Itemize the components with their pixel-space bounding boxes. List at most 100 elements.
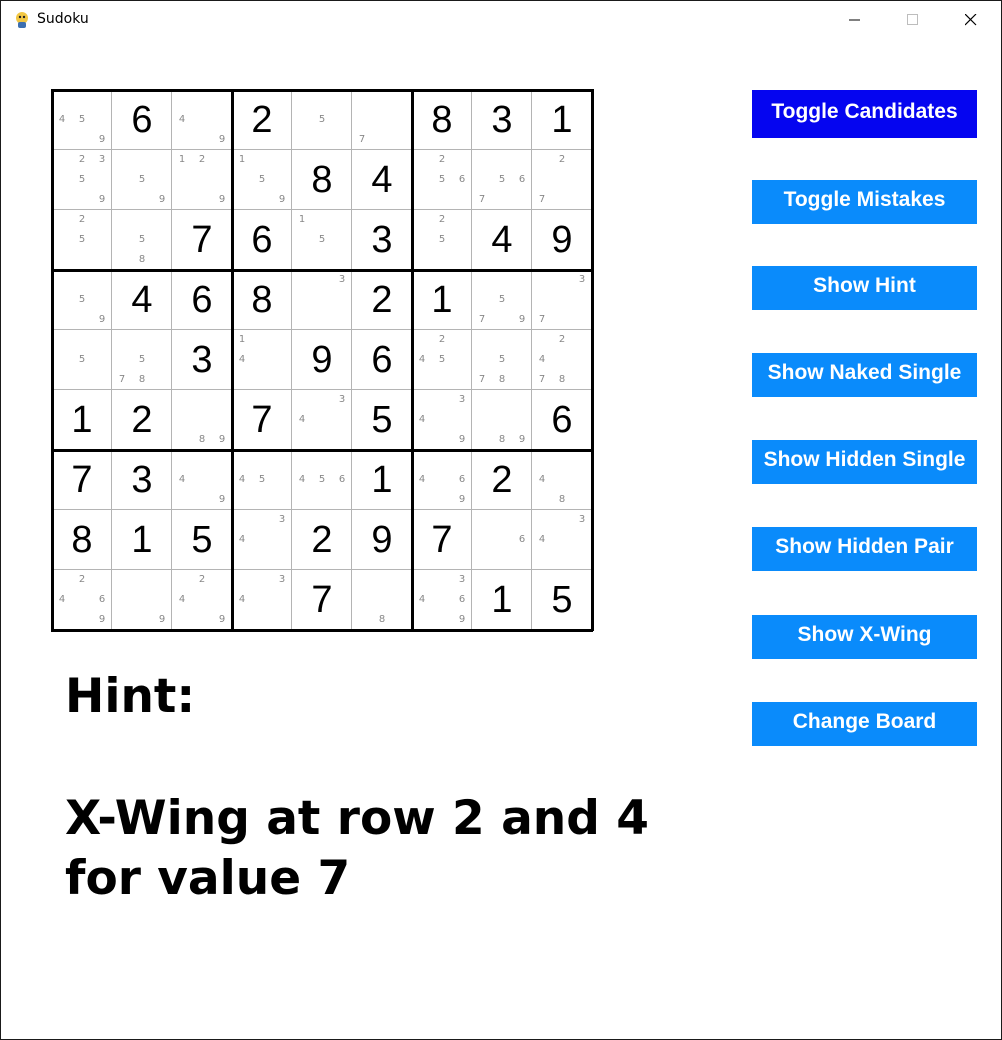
cell-r9-c1[interactable]: 2 4 6 9 bbox=[52, 570, 112, 630]
cell-r1-c7[interactable]: 8 bbox=[412, 90, 472, 150]
cell-r8-c8[interactable]: 6 bbox=[472, 510, 532, 570]
cell-r9-c7[interactable]: 3 4 6 9 bbox=[412, 570, 472, 630]
cell-r3-c9[interactable]: 9 bbox=[532, 210, 592, 270]
cell-r1-c5[interactable]: 5 bbox=[292, 90, 352, 150]
cell-r3-c2[interactable]: 58 bbox=[112, 210, 172, 270]
cell-r2-c4[interactable]: 1 5 9 bbox=[232, 150, 292, 210]
cell-r4-c1[interactable]: 59 bbox=[52, 270, 112, 330]
cell-r3-c6[interactable]: 3 bbox=[352, 210, 412, 270]
cell-r2-c8[interactable]: 5 6 7 bbox=[472, 150, 532, 210]
cell-r8-c1[interactable]: 8 bbox=[52, 510, 112, 570]
cell-r5-c1[interactable]: 5 bbox=[52, 330, 112, 390]
cell-r7-c3[interactable]: 49 bbox=[172, 450, 232, 510]
cell-r1-c2[interactable]: 6 bbox=[112, 90, 172, 150]
cell-r4-c5[interactable]: 3 bbox=[292, 270, 352, 330]
cell-r5-c4[interactable]: 14 bbox=[232, 330, 292, 390]
cell-r8-c2[interactable]: 1 bbox=[112, 510, 172, 570]
cell-r9-c8[interactable]: 1 bbox=[472, 570, 532, 630]
cell-r6-c2[interactable]: 2 bbox=[112, 390, 172, 450]
cell-r9-c5[interactable]: 7 bbox=[292, 570, 352, 630]
cell-r8-c5[interactable]: 2 bbox=[292, 510, 352, 570]
cell-r4-c2[interactable]: 4 bbox=[112, 270, 172, 330]
cell-r8-c6[interactable]: 9 bbox=[352, 510, 412, 570]
candidate: 8 bbox=[498, 374, 506, 385]
show-x-wing-button[interactable]: Show X-Wing bbox=[752, 615, 977, 659]
cell-r3-c5[interactable]: 15 bbox=[292, 210, 352, 270]
cell-r3-c7[interactable]: 25 bbox=[412, 210, 472, 270]
change-board-button[interactable]: Change Board bbox=[752, 702, 977, 746]
cell-r5-c6[interactable]: 6 bbox=[352, 330, 412, 390]
cell-r8-c7[interactable]: 7 bbox=[412, 510, 472, 570]
title-bar[interactable]: Sudoku bbox=[1, 1, 1001, 39]
cell-r5-c7[interactable]: 2 4 5 bbox=[412, 330, 472, 390]
candidate: 4 bbox=[238, 594, 246, 605]
candidate: 3 bbox=[338, 274, 346, 285]
cell-r8-c9[interactable]: 34 bbox=[532, 510, 592, 570]
cell-r2-c2[interactable]: 59 bbox=[112, 150, 172, 210]
show-naked-single-button[interactable]: Show Naked Single bbox=[752, 353, 977, 397]
candidate: 2 bbox=[198, 154, 206, 165]
cell-r7-c6[interactable]: 1 bbox=[352, 450, 412, 510]
cell-r9-c2[interactable]: 9 bbox=[112, 570, 172, 630]
cell-r2-c6[interactable]: 4 bbox=[352, 150, 412, 210]
cell-r7-c8[interactable]: 2 bbox=[472, 450, 532, 510]
cell-r3-c1[interactable]: 25 bbox=[52, 210, 112, 270]
cell-r9-c6[interactable]: 8 bbox=[352, 570, 412, 630]
cell-r5-c9[interactable]: 2 4 7 8 bbox=[532, 330, 592, 390]
maximize-button[interactable] bbox=[884, 1, 942, 39]
cell-value: 1 bbox=[551, 99, 573, 141]
cell-r6-c8[interactable]: 89 bbox=[472, 390, 532, 450]
cell-r2-c9[interactable]: 27 bbox=[532, 150, 592, 210]
cell-r3-c3[interactable]: 7 bbox=[172, 210, 232, 270]
show-hidden-single-button[interactable]: Show Hidden Single bbox=[752, 440, 977, 484]
cell-r1-c1[interactable]: 4 5 9 bbox=[52, 90, 112, 150]
cell-r2-c5[interactable]: 8 bbox=[292, 150, 352, 210]
cell-r1-c6[interactable]: 7 bbox=[352, 90, 412, 150]
cell-r1-c4[interactable]: 2 bbox=[232, 90, 292, 150]
cell-r5-c5[interactable]: 9 bbox=[292, 330, 352, 390]
cell-r7-c4[interactable]: 45 bbox=[232, 450, 292, 510]
cell-r4-c6[interactable]: 2 bbox=[352, 270, 412, 330]
minimize-button[interactable] bbox=[826, 1, 884, 39]
cell-r6-c9[interactable]: 6 bbox=[532, 390, 592, 450]
candidate: 5 bbox=[318, 114, 326, 125]
candidate: 9 bbox=[218, 134, 226, 145]
toggle-mistakes-button[interactable]: Toggle Mistakes bbox=[752, 180, 977, 224]
cell-r8-c4[interactable]: 34 bbox=[232, 510, 292, 570]
cell-r7-c7[interactable]: 4 6 9 bbox=[412, 450, 472, 510]
cell-r4-c9[interactable]: 37 bbox=[532, 270, 592, 330]
cell-r4-c8[interactable]: 5 7 9 bbox=[472, 270, 532, 330]
show-hidden-pair-button[interactable]: Show Hidden Pair bbox=[752, 527, 977, 571]
cell-r4-c3[interactable]: 6 bbox=[172, 270, 232, 330]
cell-r3-c8[interactable]: 4 bbox=[472, 210, 532, 270]
cell-r3-c4[interactable]: 6 bbox=[232, 210, 292, 270]
close-button[interactable] bbox=[942, 1, 1000, 39]
cell-r9-c9[interactable]: 5 bbox=[532, 570, 592, 630]
cell-r6-c6[interactable]: 5 bbox=[352, 390, 412, 450]
cell-r6-c1[interactable]: 1 bbox=[52, 390, 112, 450]
cell-r1-c8[interactable]: 3 bbox=[472, 90, 532, 150]
cell-r5-c8[interactable]: 5 7 8 bbox=[472, 330, 532, 390]
cell-r4-c4[interactable]: 8 bbox=[232, 270, 292, 330]
show-hint-button[interactable]: Show Hint bbox=[752, 266, 977, 310]
cell-r6-c4[interactable]: 7 bbox=[232, 390, 292, 450]
cell-r7-c2[interactable]: 3 bbox=[112, 450, 172, 510]
cell-r1-c9[interactable]: 1 bbox=[532, 90, 592, 150]
cell-r7-c9[interactable]: 48 bbox=[532, 450, 592, 510]
cell-r5-c2[interactable]: 5 7 8 bbox=[112, 330, 172, 390]
cell-r4-c7[interactable]: 1 bbox=[412, 270, 472, 330]
cell-r6-c3[interactable]: 89 bbox=[172, 390, 232, 450]
cell-r2-c1[interactable]: 2 3 5 9 bbox=[52, 150, 112, 210]
cell-r6-c7[interactable]: 3 4 9 bbox=[412, 390, 472, 450]
cell-r6-c5[interactable]: 34 bbox=[292, 390, 352, 450]
cell-r9-c3[interactable]: 2 4 9 bbox=[172, 570, 232, 630]
cell-r2-c3[interactable]: 1 2 9 bbox=[172, 150, 232, 210]
cell-r8-c3[interactable]: 5 bbox=[172, 510, 232, 570]
cell-r7-c5[interactable]: 4 5 6 bbox=[292, 450, 352, 510]
cell-r2-c7[interactable]: 2 5 6 bbox=[412, 150, 472, 210]
cell-r1-c3[interactable]: 49 bbox=[172, 90, 232, 150]
toggle-candidates-button[interactable]: Toggle Candidates bbox=[752, 90, 977, 138]
cell-r5-c3[interactable]: 3 bbox=[172, 330, 232, 390]
cell-r9-c4[interactable]: 34 bbox=[232, 570, 292, 630]
cell-r7-c1[interactable]: 7 bbox=[52, 450, 112, 510]
